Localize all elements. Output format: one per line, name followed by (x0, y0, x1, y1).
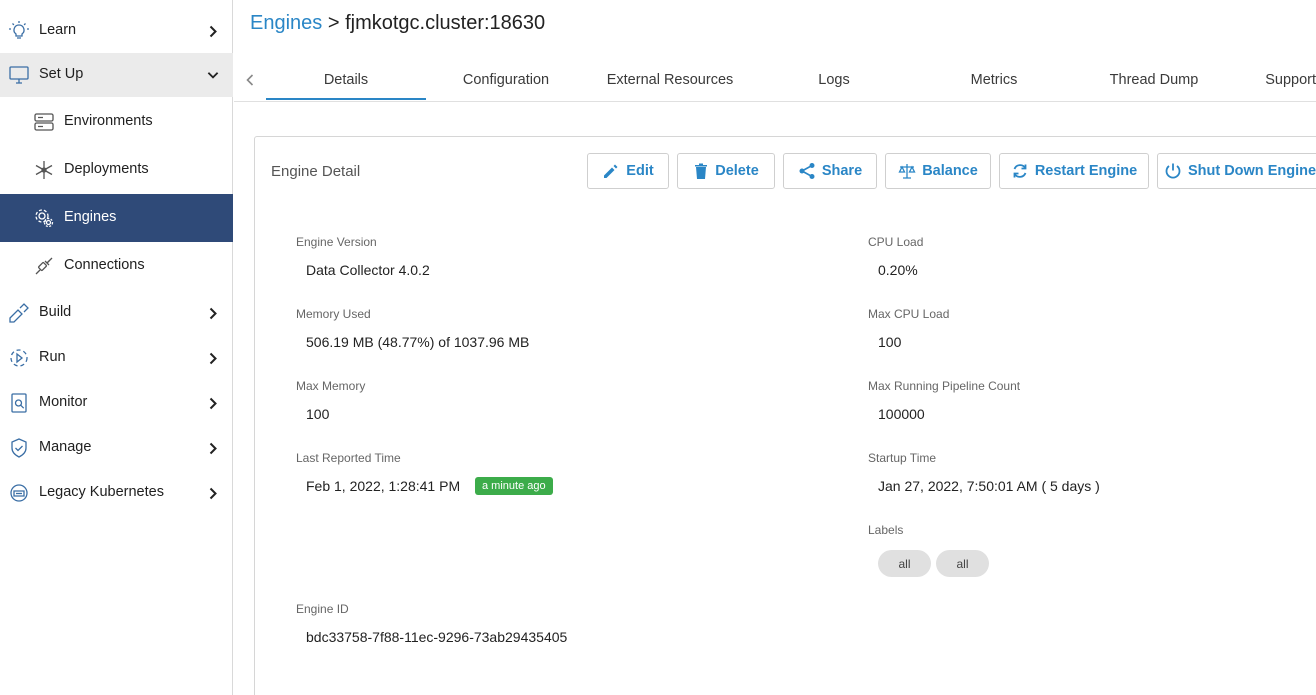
share-icon (799, 163, 815, 179)
sidebar-item-build[interactable]: Build (0, 291, 233, 335)
sidebar-item-manage[interactable]: Manage (0, 426, 233, 470)
memory-used-label: Memory Used (296, 307, 371, 321)
labels-label: Labels (868, 523, 904, 537)
memory-used-value: 506.19 MB (48.77%) of 1037.96 MB (306, 334, 530, 350)
kubernetes-icon (8, 482, 30, 504)
share-button-label: Share (821, 163, 863, 179)
sidebar-item-label: Deployments (64, 161, 149, 177)
restart-engine-button[interactable]: Restart Engine (999, 153, 1149, 189)
sidebar-item-label: Build (39, 304, 72, 320)
scale-icon (898, 164, 916, 179)
max-running-pipeline-count-label: Max Running Pipeline Count (868, 379, 1021, 393)
tab-scroll-left-icon[interactable] (242, 70, 258, 90)
report-icon (8, 392, 30, 414)
sidebar-item-monitor[interactable]: Monitor (0, 381, 233, 425)
engine-version-value: Data Collector 4.0.2 (306, 262, 430, 278)
tab-configuration[interactable]: Configuration (426, 72, 586, 88)
build-icon (8, 302, 30, 324)
sidebar-item-label: Manage (39, 439, 92, 455)
engine-version-label: Engine Version (296, 235, 377, 249)
restart-engine-button-label: Restart Engine (1034, 163, 1138, 179)
lightbulb-icon (8, 20, 30, 42)
startup-time-value: Jan 27, 2022, 7:50:01 AM ( 5 days ) (878, 478, 1100, 494)
gears-icon (33, 207, 55, 229)
share-button[interactable]: Share (783, 153, 877, 189)
chevron-right-icon (207, 307, 219, 319)
delete-button[interactable]: Delete (677, 153, 775, 189)
max-memory-value: 100 (306, 406, 330, 422)
max-running-pipeline-count-value: 100000 (878, 406, 925, 422)
tab-metrics[interactable]: Metrics (914, 72, 1074, 88)
max-cpu-load-value: 100 (878, 334, 902, 350)
label-chip[interactable]: all (936, 550, 989, 577)
sidebar-item-connections[interactable]: Connections (0, 242, 233, 290)
tab-details[interactable]: Details (266, 72, 426, 88)
sidebar-item-label: Legacy Kubernetes (39, 484, 164, 500)
cpu-load-label: CPU Load (868, 235, 924, 249)
breadcrumb: Engines > fjmkotgc.cluster:18630 (250, 12, 545, 35)
last-reported-time-label: Last Reported Time (296, 451, 401, 465)
plug-icon (33, 255, 55, 277)
engine-id-value: bdc33758-7f88-11ec-9296-73ab29435405 (306, 629, 568, 645)
tab-external-resources[interactable]: External Resources (590, 72, 750, 88)
sidebar-item-run[interactable]: Run (0, 336, 233, 380)
sidebar-item-label: Run (39, 349, 66, 365)
startup-time-label: Startup Time (868, 451, 937, 465)
sidebar-item-engines[interactable]: Engines (0, 194, 233, 242)
sidebar-item-label: Learn (39, 22, 77, 38)
edit-button-label: Edit (626, 163, 654, 179)
chevron-right-icon (207, 25, 219, 37)
refresh-icon (1013, 164, 1027, 178)
sidebar-item-deployments[interactable]: Deployments (0, 146, 233, 194)
status-badge: a minute ago (475, 477, 553, 495)
sidebar-item-label: Environments (64, 113, 153, 129)
chevron-right-icon (207, 487, 219, 499)
tab-logs[interactable]: Logs (754, 72, 914, 88)
edit-button[interactable]: Edit (587, 153, 669, 189)
chevron-down-icon (207, 69, 219, 81)
power-icon (1165, 163, 1181, 179)
engine-id-label: Engine ID (296, 602, 349, 616)
sidebar-item-learn[interactable]: Learn (0, 9, 233, 53)
sidebar-item-label: Set Up (39, 66, 84, 82)
tab-bar: Details Configuration External Resources… (234, 62, 1316, 102)
label-chip[interactable]: all (878, 550, 931, 577)
trash-icon (695, 163, 708, 179)
chevron-right-icon (207, 352, 219, 364)
tab-thread-dump[interactable]: Thread Dump (1074, 72, 1234, 88)
shut-down-engine-button[interactable]: Shut Down Engine (1157, 153, 1316, 189)
last-reported-time-value: Feb 1, 2022, 1:28:41 PM (306, 478, 461, 494)
monitor-icon (8, 64, 30, 86)
shut-down-engine-button-label: Shut Down Engine (1187, 163, 1316, 179)
cpu-load-value: 0.20% (878, 262, 918, 278)
server-icon (33, 111, 55, 133)
sidebar-item-label: Connections (64, 257, 145, 273)
balance-button[interactable]: Balance (885, 153, 991, 189)
sidebar-item-environments[interactable]: Environments (0, 98, 233, 146)
engine-detail-card: Engine Detail Edit Delete Share Balance … (254, 136, 1316, 695)
delete-button-label: Delete (715, 163, 759, 179)
tab-support[interactable]: Support (1234, 72, 1316, 88)
sidebar: Learn Set Up Environments Deployments En… (0, 0, 233, 695)
run-icon (8, 347, 30, 369)
chevron-right-icon (207, 397, 219, 409)
shield-icon (8, 437, 30, 459)
chevron-right-icon (207, 442, 219, 454)
max-cpu-load-label: Max CPU Load (868, 307, 950, 321)
pencil-icon (604, 164, 618, 178)
max-memory-label: Max Memory (296, 379, 366, 393)
breadcrumb-engines-link[interactable]: Engines (250, 12, 322, 34)
breadcrumb-current: fjmkotgc.cluster:18630 (345, 12, 546, 34)
sidebar-item-setup[interactable]: Set Up (0, 53, 233, 97)
balance-button-label: Balance (922, 163, 978, 179)
sidebar-item-label: Monitor (39, 394, 88, 410)
active-tab-indicator (266, 98, 426, 100)
sidebar-item-legacy-kubernetes[interactable]: Legacy Kubernetes (0, 471, 233, 515)
snowflake-icon (33, 159, 55, 181)
card-title: Engine Detail (271, 163, 361, 180)
breadcrumb-separator: > (322, 12, 346, 34)
sidebar-item-label: Engines (64, 209, 117, 225)
